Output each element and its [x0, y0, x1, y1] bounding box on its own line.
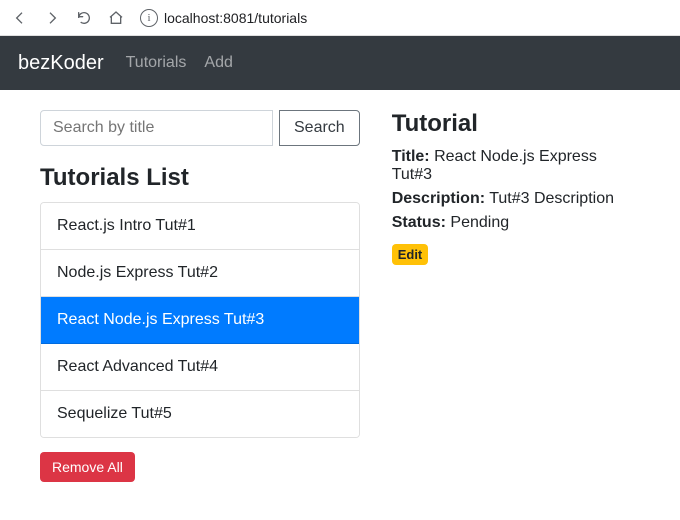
home-icon[interactable] [102, 4, 130, 32]
detail-status-row: Status: Pending [392, 214, 640, 232]
brand[interactable]: bezKoder [18, 52, 104, 75]
list-item[interactable]: React Advanced Tut#4 [41, 344, 359, 391]
list-item[interactable]: Node.js Express Tut#2 [41, 250, 359, 297]
browser-toolbar: i localhost:8081/tutorials [0, 0, 680, 36]
address-url: localhost:8081/tutorials [164, 10, 307, 26]
forward-icon[interactable] [38, 4, 66, 32]
nav-add[interactable]: Add [204, 54, 232, 72]
nav-tutorials[interactable]: Tutorials [126, 54, 187, 72]
list-heading: Tutorials List [40, 164, 360, 192]
detail-description-value: Tut#3 Description [489, 190, 614, 207]
detail-description-label: Description: [392, 190, 485, 207]
edit-button[interactable]: Edit [392, 244, 429, 265]
tutorial-list: React.js Intro Tut#1Node.js Express Tut#… [40, 202, 360, 438]
reload-icon[interactable] [70, 4, 98, 32]
list-item[interactable]: Sequelize Tut#5 [41, 391, 359, 437]
search-button[interactable]: Search [279, 110, 360, 146]
address-bar[interactable]: i localhost:8081/tutorials [134, 9, 674, 27]
list-item[interactable]: React.js Intro Tut#1 [41, 203, 359, 250]
back-icon[interactable] [6, 4, 34, 32]
detail-heading: Tutorial [392, 110, 640, 138]
detail-status-value: Pending [450, 214, 509, 231]
search-row: Search [40, 110, 360, 146]
list-item[interactable]: React Node.js Express Tut#3 [41, 297, 359, 344]
info-icon[interactable]: i [140, 9, 158, 27]
detail-description-row: Description: Tut#3 Description [392, 190, 640, 208]
search-input[interactable] [40, 110, 273, 146]
detail-status-label: Status: [392, 214, 446, 231]
detail-title-row: Title: React Node.js Express Tut#3 [392, 148, 640, 184]
detail-title-label: Title: [392, 148, 430, 165]
remove-all-button[interactable]: Remove All [40, 452, 135, 482]
app-navbar: bezKoder Tutorials Add [0, 36, 680, 90]
